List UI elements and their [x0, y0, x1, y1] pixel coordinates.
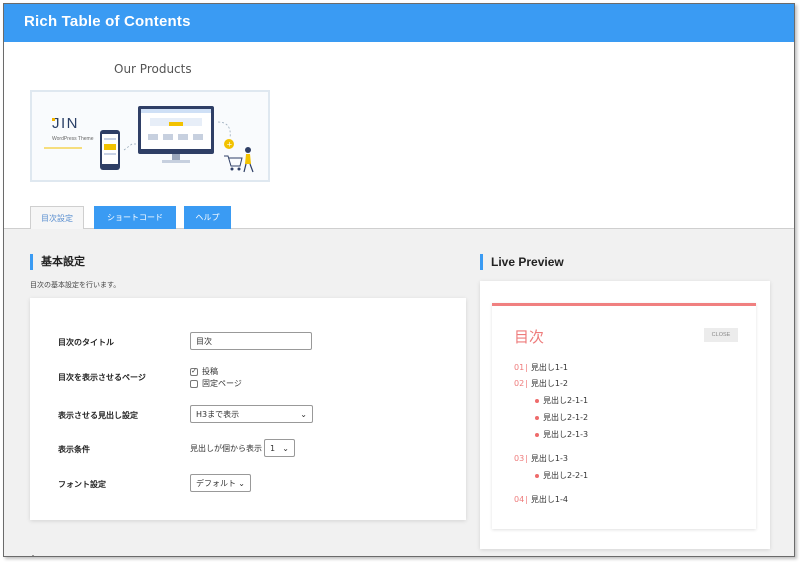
- live-preview-card: 目次 CLOSE 01| 見出し1-1 02| 見出し1-2 見出し2-1-1 見出…: [480, 281, 770, 549]
- post-checkbox-label: 投稿: [202, 367, 218, 376]
- bullet-icon: [535, 415, 539, 420]
- header-bar: Rich Table of Contents: [4, 4, 794, 42]
- display-condition-prefix: 見出しが個から表示: [190, 443, 262, 453]
- app-window: Rich Table of Contents Our Products JIN …: [3, 3, 795, 557]
- bullet-icon: [535, 398, 539, 403]
- toc-title-input[interactable]: [190, 332, 312, 350]
- banner-sub-text: WordPress Theme: [52, 136, 94, 142]
- toc-preview-title: 目次: [514, 328, 545, 346]
- product-banner[interactable]: JIN WordPress Theme +: [30, 90, 270, 182]
- toc-item-1[interactable]: 01| 見出し1-1: [514, 362, 568, 373]
- font-setting-value: デフォルト: [196, 478, 236, 488]
- chevron-down-icon: ⌄: [300, 409, 307, 419]
- toc-item-2[interactable]: 02| 見出し1-2: [514, 378, 568, 389]
- display-condition-select[interactable]: 1 ⌄: [264, 439, 295, 457]
- page-checkbox-row[interactable]: 固定ページ: [190, 378, 242, 389]
- bullet-icon: [535, 432, 539, 437]
- live-preview-heading: Live Preview: [480, 254, 564, 270]
- heading-depth-label: 表示させる見出し設定: [58, 411, 138, 420]
- check-icon: ✓: [191, 367, 197, 375]
- page-checkbox-label: 固定ページ: [202, 379, 242, 388]
- our-products-label: Our Products: [114, 62, 192, 76]
- app-title: Rich Table of Contents: [24, 13, 191, 30]
- tab-shortcode[interactable]: ショートコード: [94, 206, 176, 229]
- toc-close-button[interactable]: CLOSE: [704, 328, 738, 342]
- banner-brand-text: JIN: [52, 115, 79, 132]
- product-banner-illustration: JIN WordPress Theme +: [32, 92, 268, 180]
- tab-help[interactable]: ヘルプ: [184, 206, 231, 229]
- toc-item-3[interactable]: 03| 見出し1-3: [514, 453, 568, 464]
- heading-depth-select[interactable]: H3まで表示 ⌄: [190, 405, 313, 423]
- post-checkbox[interactable]: ✓: [190, 367, 198, 376]
- display-condition-label: 表示条件: [58, 445, 90, 454]
- toc-item-4[interactable]: 04| 見出し1-4: [514, 494, 568, 505]
- svg-text:+: +: [227, 141, 233, 149]
- toc-subitem-2-1-2[interactable]: 見出し2-1-2: [535, 412, 588, 423]
- chevron-down-icon: ⌄: [238, 478, 245, 488]
- font-setting-label: フォント設定: [58, 480, 106, 489]
- basic-settings-description: 目次の基本設定を行います。: [30, 281, 121, 289]
- toc-preview-box: 目次 CLOSE 01| 見出し1-1 02| 見出し1-2 見出し2-1-1 見出…: [492, 303, 756, 529]
- display-pages-label: 目次を表示させるページ: [58, 373, 146, 382]
- toc-subitem-2-2-1[interactable]: 見出し2-2-1: [535, 470, 588, 481]
- toc-subitem-2-1-1[interactable]: 見出し2-1-1: [535, 395, 588, 406]
- basic-settings-heading: 基本設定: [30, 254, 85, 270]
- heading-depth-value: H3まで表示: [196, 409, 240, 419]
- toc-title-label: 目次のタイトル: [58, 338, 114, 347]
- page-checkbox[interactable]: [190, 379, 198, 388]
- settings-card: 目次のタイトル 目次を表示させるページ ✓ 投稿 固定ページ 表示させる見出し設…: [30, 298, 466, 520]
- chevron-down-icon: ⌄: [282, 443, 289, 453]
- bullet-icon: [535, 473, 539, 478]
- post-checkbox-row[interactable]: ✓ 投稿: [190, 366, 242, 377]
- display-condition-value: 1: [270, 443, 276, 453]
- scroll-indicator: [32, 555, 34, 556]
- toc-subitem-2-1-3[interactable]: 見出し2-1-3: [535, 429, 588, 440]
- font-setting-select[interactable]: デフォルト ⌄: [190, 474, 251, 492]
- tab-toc-settings[interactable]: 目次設定: [30, 206, 84, 229]
